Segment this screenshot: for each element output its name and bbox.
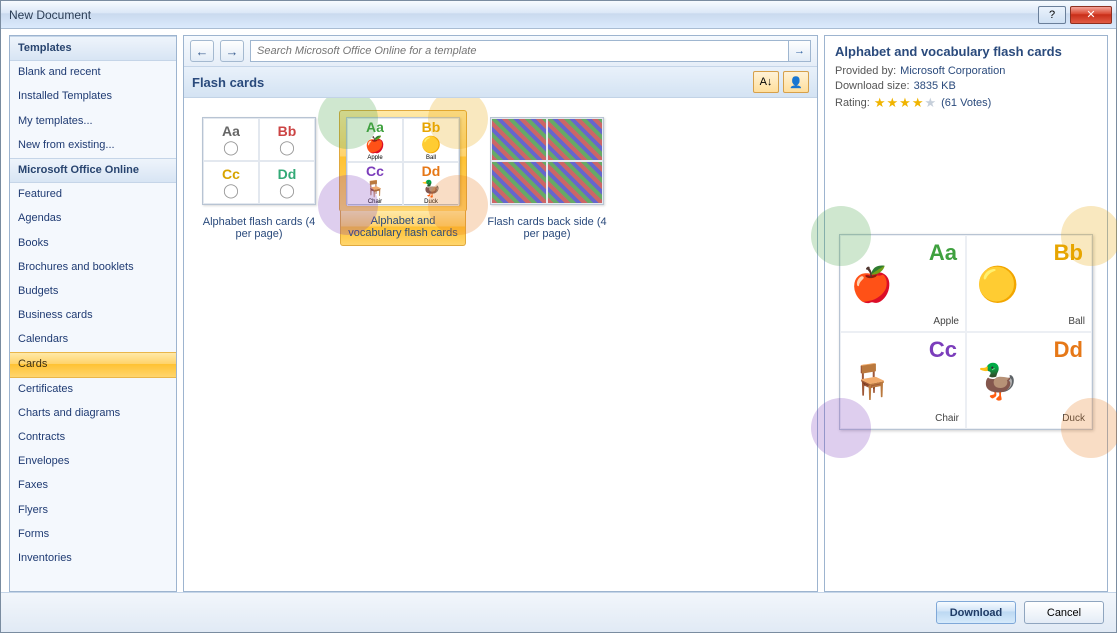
sidebar-item-inventories[interactable]: Inventories: [10, 547, 176, 571]
close-button[interactable]: ✕: [1070, 6, 1112, 24]
sidebar-item-calendars[interactable]: Calendars: [10, 328, 176, 352]
download-button[interactable]: Download: [936, 601, 1016, 624]
template-thumbnail: Aa🍎AppleBb🟡BallCc🪑ChairDd🦆Duck: [346, 117, 460, 205]
sidebar-item-envelopes[interactable]: Envelopes: [10, 450, 176, 474]
sidebar-item-books[interactable]: Books: [10, 232, 176, 256]
sidebar-item-installed-templates[interactable]: Installed Templates: [10, 85, 176, 109]
template-category-sidebar: TemplatesBlank and recentInstalled Templ…: [9, 35, 177, 592]
download-size-value: 3835 KB: [914, 80, 956, 92]
sidebar-item-forms[interactable]: Forms: [10, 523, 176, 547]
preview-card: Cc🪑Chair: [840, 332, 966, 429]
sidebar-item-contracts[interactable]: Contracts: [10, 426, 176, 450]
preview-card: Aa🍎Apple: [840, 235, 966, 332]
sidebar-item-cards[interactable]: Cards: [10, 352, 176, 377]
sort-button[interactable]: A↓: [753, 71, 779, 93]
sidebar-item-brochures-and-booklets[interactable]: Brochures and booklets: [10, 256, 176, 280]
category-title: Flash cards: [192, 75, 753, 90]
new-document-dialog: New Document ? ✕ TemplatesBlank and rece…: [0, 0, 1117, 633]
template-preview: Aa🍎AppleBb🟡BallCc🪑ChairDd🦆Duck: [839, 234, 1093, 430]
provided-by-value: Microsoft Corporation: [900, 65, 1005, 77]
template-gallery: Aa◯Bb◯Cc◯Dd◯ Alphabet flash cards (4 per …: [184, 98, 817, 591]
template-caption: Flash cards back side (4 per page): [484, 212, 610, 246]
sidebar-item-charts-and-diagrams[interactable]: Charts and diagrams: [10, 402, 176, 426]
cancel-button[interactable]: Cancel: [1024, 601, 1104, 624]
search-input[interactable]: [251, 41, 788, 61]
template-gallery-pane: ← → → Flash cards A↓ 👤 Aa◯Bb◯Cc◯Dd◯ Alpha…: [183, 35, 818, 592]
rating-votes: (61 Votes): [941, 97, 991, 109]
sidebar-header-online: Microsoft Office Online: [10, 158, 176, 183]
template-caption: Alphabet flash cards (4 per page): [196, 212, 322, 246]
template-details-pane: Alphabet and vocabulary flash cards Prov…: [824, 35, 1108, 592]
sidebar-item-flyers[interactable]: Flyers: [10, 499, 176, 523]
sidebar-item-certificates[interactable]: Certificates: [10, 378, 176, 402]
dialog-footer: Download Cancel: [1, 592, 1116, 632]
nav-back-button[interactable]: ←: [190, 40, 214, 62]
template-thumbnail: [490, 117, 604, 205]
sidebar-item-business-cards[interactable]: Business cards: [10, 304, 176, 328]
sidebar-header-templates: Templates: [10, 36, 176, 61]
search-go-button[interactable]: →: [788, 41, 810, 61]
sidebar-item-my-templates[interactable]: My templates...: [10, 110, 176, 134]
template-thumbnail: Aa◯Bb◯Cc◯Dd◯: [202, 117, 316, 205]
sidebar-item-faxes[interactable]: Faxes: [10, 474, 176, 498]
provided-by-label: Provided by:: [835, 65, 896, 77]
user-filter-button[interactable]: 👤: [783, 71, 809, 93]
nav-forward-button[interactable]: →: [220, 40, 244, 62]
rating-label: Rating:: [835, 97, 870, 109]
template-item[interactable]: Aa🍎AppleBb🟡BallCc🪑ChairDd🦆DuckAlphabet a…: [338, 110, 468, 246]
sidebar-item-new-from-existing[interactable]: New from existing...: [10, 134, 176, 158]
category-header: Flash cards A↓ 👤: [184, 67, 817, 98]
details-title: Alphabet and vocabulary flash cards: [835, 44, 1097, 59]
sidebar-item-blank-and-recent[interactable]: Blank and recent: [10, 61, 176, 85]
search-wrap: →: [250, 40, 811, 62]
gallery-toolbar: ← → →: [184, 36, 817, 67]
sidebar-item-featured[interactable]: Featured: [10, 183, 176, 207]
sidebar-item-budgets[interactable]: Budgets: [10, 280, 176, 304]
help-button[interactable]: ?: [1038, 6, 1066, 24]
download-size-label: Download size:: [835, 80, 910, 92]
template-item[interactable]: Flash cards back side (4 per page): [482, 110, 612, 246]
sidebar-item-agendas[interactable]: Agendas: [10, 207, 176, 231]
window-title: New Document: [9, 8, 1038, 22]
titlebar: New Document ? ✕: [1, 1, 1116, 29]
preview-card: Dd🦆Duck: [966, 332, 1092, 429]
template-item[interactable]: Aa◯Bb◯Cc◯Dd◯ Alphabet flash cards (4 per …: [194, 110, 324, 246]
preview-card: Bb🟡Ball: [966, 235, 1092, 332]
rating-stars: ★★★★★: [874, 95, 937, 111]
